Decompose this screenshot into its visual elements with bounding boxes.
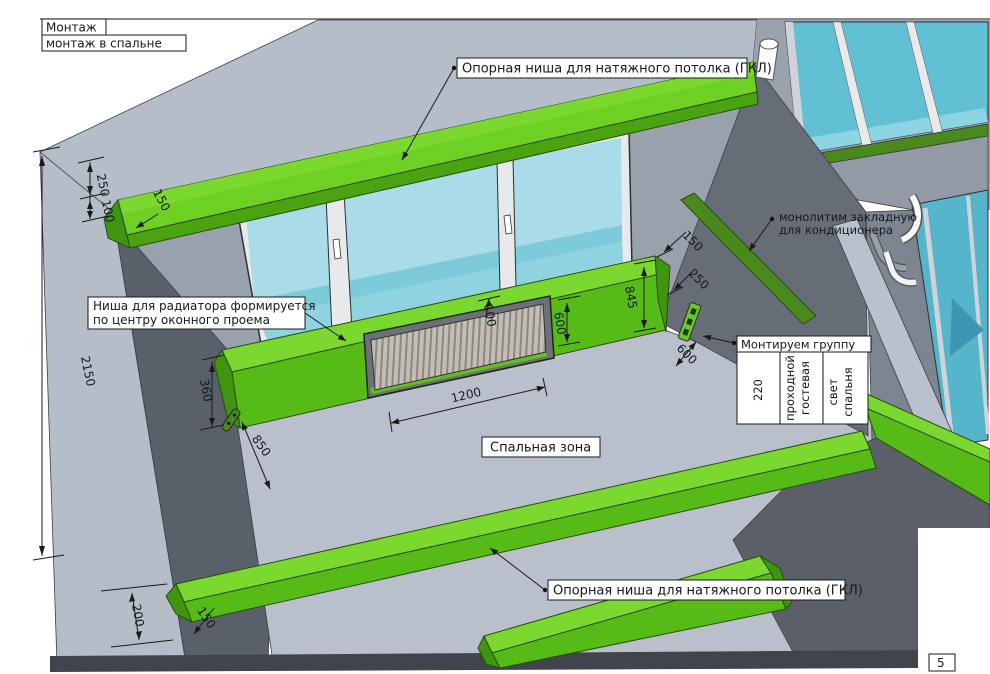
zone-label: Спальная зона xyxy=(490,441,591,456)
group-cell-spalnya: спальня xyxy=(841,367,855,416)
conditioner-note-line2: для кондиционера xyxy=(779,223,893,237)
conditioner-note-line1: монолитим закладную xyxy=(779,210,917,224)
group-cell-220: 220 xyxy=(751,379,765,401)
sheet-title: Монтаж xyxy=(46,21,97,35)
sheet-corner xyxy=(918,528,990,674)
group-cell-prohodnoy: проходной xyxy=(783,355,797,421)
top-niche-label: Опорная ниша для натяжного потолка (ГКЛ) xyxy=(462,62,772,77)
arrowhead xyxy=(39,546,45,556)
radiator-note-line1: Ниша для радиатора формируется xyxy=(93,299,316,313)
drawing-sheet: 250 100 150 2150 360 850 200 150 1200 10… xyxy=(0,0,990,674)
radiator-note-line2: по центру оконного проема xyxy=(93,313,270,327)
group-cell-svet: свет xyxy=(826,378,840,405)
group-cell-gostevaya: гостевая xyxy=(798,361,812,415)
page-number: 5 xyxy=(937,656,945,670)
switch-group-title: Монтируем группу xyxy=(741,338,855,352)
bottom-niche-label: Опорная ниша для натяжного потолка (ГКЛ) xyxy=(553,584,863,599)
vent-pipe-top xyxy=(760,39,778,49)
sheet-subtitle: монтаж в спальне xyxy=(46,37,162,51)
scene-canvas: 250 100 150 2150 360 850 200 150 1200 10… xyxy=(0,0,990,674)
